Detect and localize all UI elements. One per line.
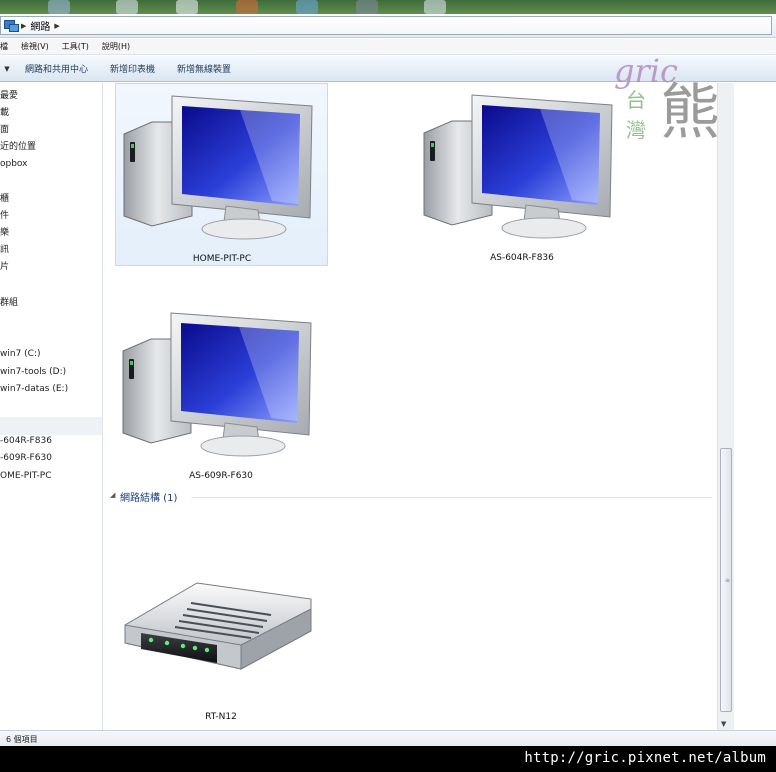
network-sharing-center-button[interactable]: 網路和共用中心 [14,62,99,75]
menu-tools[interactable]: 工具(T) [62,41,89,52]
group-divider [192,497,712,498]
watermark-char: 灣 [626,118,646,142]
navigation-pane: 最愛 載 面 近的位置 opbox 櫃 件 樂 訊 片 群組 win7 (C:)… [0,83,103,730]
watermark-char: 台 [626,88,646,112]
scrollbar-thumb[interactable]: ≡ [720,448,732,712]
taskbar-app-icon[interactable] [48,0,70,14]
group-header-network-infrastructure[interactable]: ◢ 網路結構 (1) [104,487,717,505]
computer-icon [123,95,313,240]
watermark-logo: gric 台 灣 熊 [602,52,732,152]
breadcrumb-network[interactable]: 網路 [30,18,50,33]
nav-item-downloads[interactable]: 載 [0,106,9,120]
status-bar: 6 個項目 [0,730,776,746]
taskbar-app-icon[interactable] [424,0,446,14]
computer-label: AS-604R-F836 [490,253,554,263]
nav-item-videos[interactable]: 訊 [0,243,9,257]
nav-item-desktop[interactable]: 面 [0,123,9,137]
nav-item-libraries[interactable]: 櫃 [0,192,9,206]
computer-icon [423,94,613,239]
nav-item-recent-places[interactable]: 近的位置 [0,140,36,154]
menu-file[interactable]: 檔 [0,41,8,52]
computer-label: AS-609R-F630 [189,471,253,481]
computer-tile-as-604r[interactable]: AS-604R-F836 [416,83,629,266]
nav-item-drive-e[interactable]: win7-datas (E:) [0,382,68,396]
device-tile-rt-n12[interactable]: RT-N12 [115,549,328,729]
album-url: http://gric.pixnet.net/album [524,750,766,766]
chevron-right-icon[interactable]: ▶ [21,22,26,30]
computer-tile-as-609r[interactable]: AS-609R-F630 [115,301,328,484]
vertical-scrollbar[interactable]: ≡ ▼ [717,83,734,730]
taskbar-app-icon[interactable] [176,0,198,14]
nav-item-documents[interactable]: 件 [0,209,9,223]
nav-item-pc-as604r[interactable]: -604R-F836 [0,434,52,448]
grip-icon: ≡ [725,577,731,584]
computer-tile-home-pit-pc[interactable]: HOME-PIT-PC [115,83,328,266]
window-edge [734,83,776,730]
menu-help[interactable]: 說明(H) [102,41,130,52]
nav-item-drive-c[interactable]: win7 (C:) [0,347,41,361]
scroll-down-arrow-icon[interactable]: ▼ [721,720,726,728]
taskbar-app-icon[interactable] [296,0,318,14]
router-icon [124,582,312,670]
nav-item-pictures[interactable]: 片 [0,260,9,274]
computer-label: HOME-PIT-PC [192,254,252,264]
chevron-right-icon[interactable]: ▶ [54,22,59,30]
nav-item-dropbox[interactable]: opbox [0,157,28,171]
add-wireless-device-button[interactable]: 新增無線裝置 [166,62,242,75]
address-field[interactable]: ▶ 網路 ▶ [0,16,772,35]
network-icon [3,20,19,32]
nav-item-pc-as609r[interactable]: -609R-F630 [0,451,52,465]
taskbar-app-icon[interactable] [236,0,258,14]
nav-selected-highlight [0,417,102,435]
add-printer-button[interactable]: 新增印表機 [99,62,166,75]
device-label: RT-N12 [205,712,237,722]
album-url-footer: http://gric.pixnet.net/album [0,746,776,772]
item-count: 6 個項目 [6,735,38,744]
group-header-label: 網路結構 (1) [120,493,178,504]
nav-item-pc-home-pit[interactable]: OME-PIT-PC [0,469,52,483]
menu-view[interactable]: 檢視(V) [21,41,49,52]
watermark-big-char: 熊 [660,78,720,148]
chevron-down-icon[interactable]: ▼ [0,65,14,73]
taskbar-app-icon[interactable] [116,0,138,14]
file-list-content: HOME-PIT-PC AS-604R-F836 AS-609R-F630 ◢ … [104,83,717,730]
nav-item-music[interactable]: 樂 [0,226,9,240]
taskbar-app-icon[interactable] [356,0,378,14]
computer-icon [122,312,312,457]
nav-item-homegroup[interactable]: 群組 [0,296,18,310]
nav-item-drive-d[interactable]: win7-tools (D:) [0,365,66,379]
collapse-triangle-icon[interactable]: ◢ [110,491,115,499]
nav-item-favorites[interactable]: 最愛 [0,89,18,103]
taskbar-strip [0,0,776,14]
address-bar: ▶ 網路 ▶ [0,14,776,38]
